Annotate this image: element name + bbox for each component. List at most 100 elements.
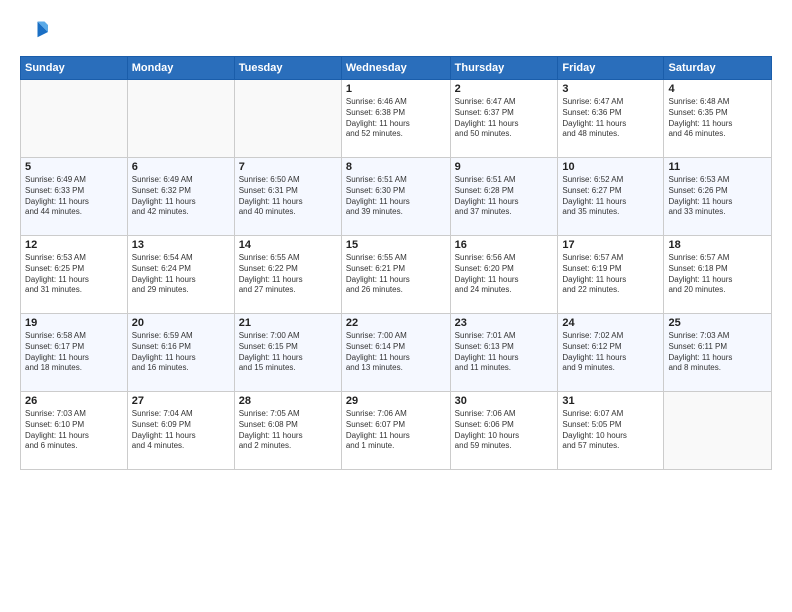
calendar-week-row: 19 Sunrise: 6:58 AM Sunset: 6:17 PM Dayli…: [21, 314, 772, 392]
day-number: 12: [25, 239, 123, 251]
calendar-cell: 17 Sunrise: 6:57 AM Sunset: 6:19 PM Dayli…: [558, 236, 664, 314]
day-number: 21: [239, 317, 337, 329]
calendar-cell: 29 Sunrise: 7:06 AM Sunset: 6:07 PM Dayli…: [341, 392, 450, 470]
day-number: 6: [132, 161, 230, 173]
day-info: Sunrise: 6:49 AM Sunset: 6:32 PM Dayligh…: [132, 175, 230, 218]
day-number: 4: [668, 83, 767, 95]
calendar-cell: 23 Sunrise: 7:01 AM Sunset: 6:13 PM Dayli…: [450, 314, 558, 392]
calendar-cell: 14 Sunrise: 6:55 AM Sunset: 6:22 PM Dayli…: [234, 236, 341, 314]
day-info: Sunrise: 6:48 AM Sunset: 6:35 PM Dayligh…: [668, 97, 767, 140]
calendar-cell: 19 Sunrise: 6:58 AM Sunset: 6:17 PM Dayli…: [21, 314, 128, 392]
calendar-cell: 15 Sunrise: 6:55 AM Sunset: 6:21 PM Dayli…: [341, 236, 450, 314]
day-number: 5: [25, 161, 123, 173]
day-number: 20: [132, 317, 230, 329]
day-number: 11: [668, 161, 767, 173]
day-info: Sunrise: 7:06 AM Sunset: 6:07 PM Dayligh…: [346, 409, 446, 452]
calendar-week-row: 5 Sunrise: 6:49 AM Sunset: 6:33 PM Daylig…: [21, 158, 772, 236]
day-number: 10: [562, 161, 659, 173]
calendar-cell: 16Sunrise: 6:56 AM Sunset: 6:20 PM Dayli…: [450, 236, 558, 314]
day-info: Sunrise: 6:55 AM Sunset: 6:21 PM Dayligh…: [346, 253, 446, 296]
day-number: 7: [239, 161, 337, 173]
day-number: 22: [346, 317, 446, 329]
day-number: 2: [455, 83, 554, 95]
weekday-header: Saturday: [664, 57, 772, 80]
calendar-cell: 1 Sunrise: 6:46 AM Sunset: 6:38 PM Daylig…: [341, 80, 450, 158]
calendar-cell: 12 Sunrise: 6:53 AM Sunset: 6:25 PM Dayli…: [21, 236, 128, 314]
day-info: Sunrise: 6:55 AM Sunset: 6:22 PM Dayligh…: [239, 253, 337, 296]
calendar-cell: 27 Sunrise: 7:04 AM Sunset: 6:09 PM Dayli…: [127, 392, 234, 470]
calendar-week-row: 1 Sunrise: 6:46 AM Sunset: 6:38 PM Daylig…: [21, 80, 772, 158]
day-number: 23: [455, 317, 554, 329]
day-info: Sunrise: 6:57 AM Sunset: 6:18 PM Dayligh…: [668, 253, 767, 296]
day-number: 25: [668, 317, 767, 329]
calendar-cell: 11 Sunrise: 6:53 AM Sunset: 6:26 PM Dayli…: [664, 158, 772, 236]
calendar-cell: 26Sunrise: 7:03 AM Sunset: 6:10 PM Dayli…: [21, 392, 128, 470]
calendar-cell: 18Sunrise: 6:57 AM Sunset: 6:18 PM Dayli…: [664, 236, 772, 314]
day-number: 31: [562, 395, 659, 407]
calendar-cell: 2 Sunrise: 6:47 AM Sunset: 6:37 PM Daylig…: [450, 80, 558, 158]
day-info: Sunrise: 6:52 AM Sunset: 6:27 PM Dayligh…: [562, 175, 659, 218]
calendar-cell: 31 Sunrise: 6:07 AM Sunset: 5:05 PM Dayli…: [558, 392, 664, 470]
day-info: Sunrise: 6:54 AM Sunset: 6:24 PM Dayligh…: [132, 253, 230, 296]
calendar-cell: 22 Sunrise: 7:00 AM Sunset: 6:14 PM Dayli…: [341, 314, 450, 392]
logo: [20, 18, 52, 46]
day-info: Sunrise: 6:07 AM Sunset: 5:05 PM Dayligh…: [562, 409, 659, 452]
calendar-cell: [234, 80, 341, 158]
day-info: Sunrise: 6:59 AM Sunset: 6:16 PM Dayligh…: [132, 331, 230, 374]
day-number: 29: [346, 395, 446, 407]
day-number: 13: [132, 239, 230, 251]
calendar-cell: [664, 392, 772, 470]
day-info: Sunrise: 6:53 AM Sunset: 6:26 PM Dayligh…: [668, 175, 767, 218]
day-number: 16: [455, 239, 554, 251]
calendar: SundayMondayTuesdayWednesdayThursdayFrid…: [20, 56, 772, 470]
day-info: Sunrise: 7:00 AM Sunset: 6:14 PM Dayligh…: [346, 331, 446, 374]
calendar-cell: 24Sunrise: 7:02 AM Sunset: 6:12 PM Dayli…: [558, 314, 664, 392]
day-number: 26: [25, 395, 123, 407]
day-info: Sunrise: 7:05 AM Sunset: 6:08 PM Dayligh…: [239, 409, 337, 452]
day-number: 17: [562, 239, 659, 251]
page-header: [20, 18, 772, 46]
day-info: Sunrise: 7:04 AM Sunset: 6:09 PM Dayligh…: [132, 409, 230, 452]
calendar-cell: [21, 80, 128, 158]
calendar-cell: [127, 80, 234, 158]
day-info: Sunrise: 6:47 AM Sunset: 6:36 PM Dayligh…: [562, 97, 659, 140]
weekday-header: Tuesday: [234, 57, 341, 80]
calendar-cell: 13 Sunrise: 6:54 AM Sunset: 6:24 PM Dayli…: [127, 236, 234, 314]
calendar-cell: 10 Sunrise: 6:52 AM Sunset: 6:27 PM Dayli…: [558, 158, 664, 236]
day-info: Sunrise: 6:53 AM Sunset: 6:25 PM Dayligh…: [25, 253, 123, 296]
calendar-cell: 9Sunrise: 6:51 AM Sunset: 6:28 PM Daylig…: [450, 158, 558, 236]
day-number: 28: [239, 395, 337, 407]
day-number: 24: [562, 317, 659, 329]
day-number: 8: [346, 161, 446, 173]
day-number: 1: [346, 83, 446, 95]
weekday-header: Monday: [127, 57, 234, 80]
calendar-week-row: 12 Sunrise: 6:53 AM Sunset: 6:25 PM Dayli…: [21, 236, 772, 314]
day-number: 3: [562, 83, 659, 95]
weekday-header: Thursday: [450, 57, 558, 80]
day-number: 19: [25, 317, 123, 329]
day-info: Sunrise: 7:06 AM Sunset: 6:06 PM Dayligh…: [455, 409, 554, 452]
calendar-cell: 25 Sunrise: 7:03 AM Sunset: 6:11 PM Dayli…: [664, 314, 772, 392]
day-info: Sunrise: 6:46 AM Sunset: 6:38 PM Dayligh…: [346, 97, 446, 140]
calendar-cell: 8 Sunrise: 6:51 AM Sunset: 6:30 PM Daylig…: [341, 158, 450, 236]
day-info: Sunrise: 6:47 AM Sunset: 6:37 PM Dayligh…: [455, 97, 554, 140]
day-number: 14: [239, 239, 337, 251]
calendar-cell: 30 Sunrise: 7:06 AM Sunset: 6:06 PM Dayli…: [450, 392, 558, 470]
day-info: Sunrise: 7:03 AM Sunset: 6:11 PM Dayligh…: [668, 331, 767, 374]
day-info: Sunrise: 6:49 AM Sunset: 6:33 PM Dayligh…: [25, 175, 123, 218]
day-number: 27: [132, 395, 230, 407]
day-number: 30: [455, 395, 554, 407]
day-info: Sunrise: 6:57 AM Sunset: 6:19 PM Dayligh…: [562, 253, 659, 296]
calendar-cell: 3 Sunrise: 6:47 AM Sunset: 6:36 PM Daylig…: [558, 80, 664, 158]
calendar-cell: 7 Sunrise: 6:50 AM Sunset: 6:31 PM Daylig…: [234, 158, 341, 236]
day-info: Sunrise: 6:51 AM Sunset: 6:30 PM Dayligh…: [346, 175, 446, 218]
logo-icon: [20, 18, 48, 46]
day-info: Sunrise: 7:01 AM Sunset: 6:13 PM Dayligh…: [455, 331, 554, 374]
day-number: 15: [346, 239, 446, 251]
calendar-cell: 6 Sunrise: 6:49 AM Sunset: 6:32 PM Daylig…: [127, 158, 234, 236]
calendar-cell: 20 Sunrise: 6:59 AM Sunset: 6:16 PM Dayli…: [127, 314, 234, 392]
day-info: Sunrise: 6:50 AM Sunset: 6:31 PM Dayligh…: [239, 175, 337, 218]
weekday-header: Sunday: [21, 57, 128, 80]
day-info: Sunrise: 7:00 AM Sunset: 6:15 PM Dayligh…: [239, 331, 337, 374]
day-info: Sunrise: 6:58 AM Sunset: 6:17 PM Dayligh…: [25, 331, 123, 374]
